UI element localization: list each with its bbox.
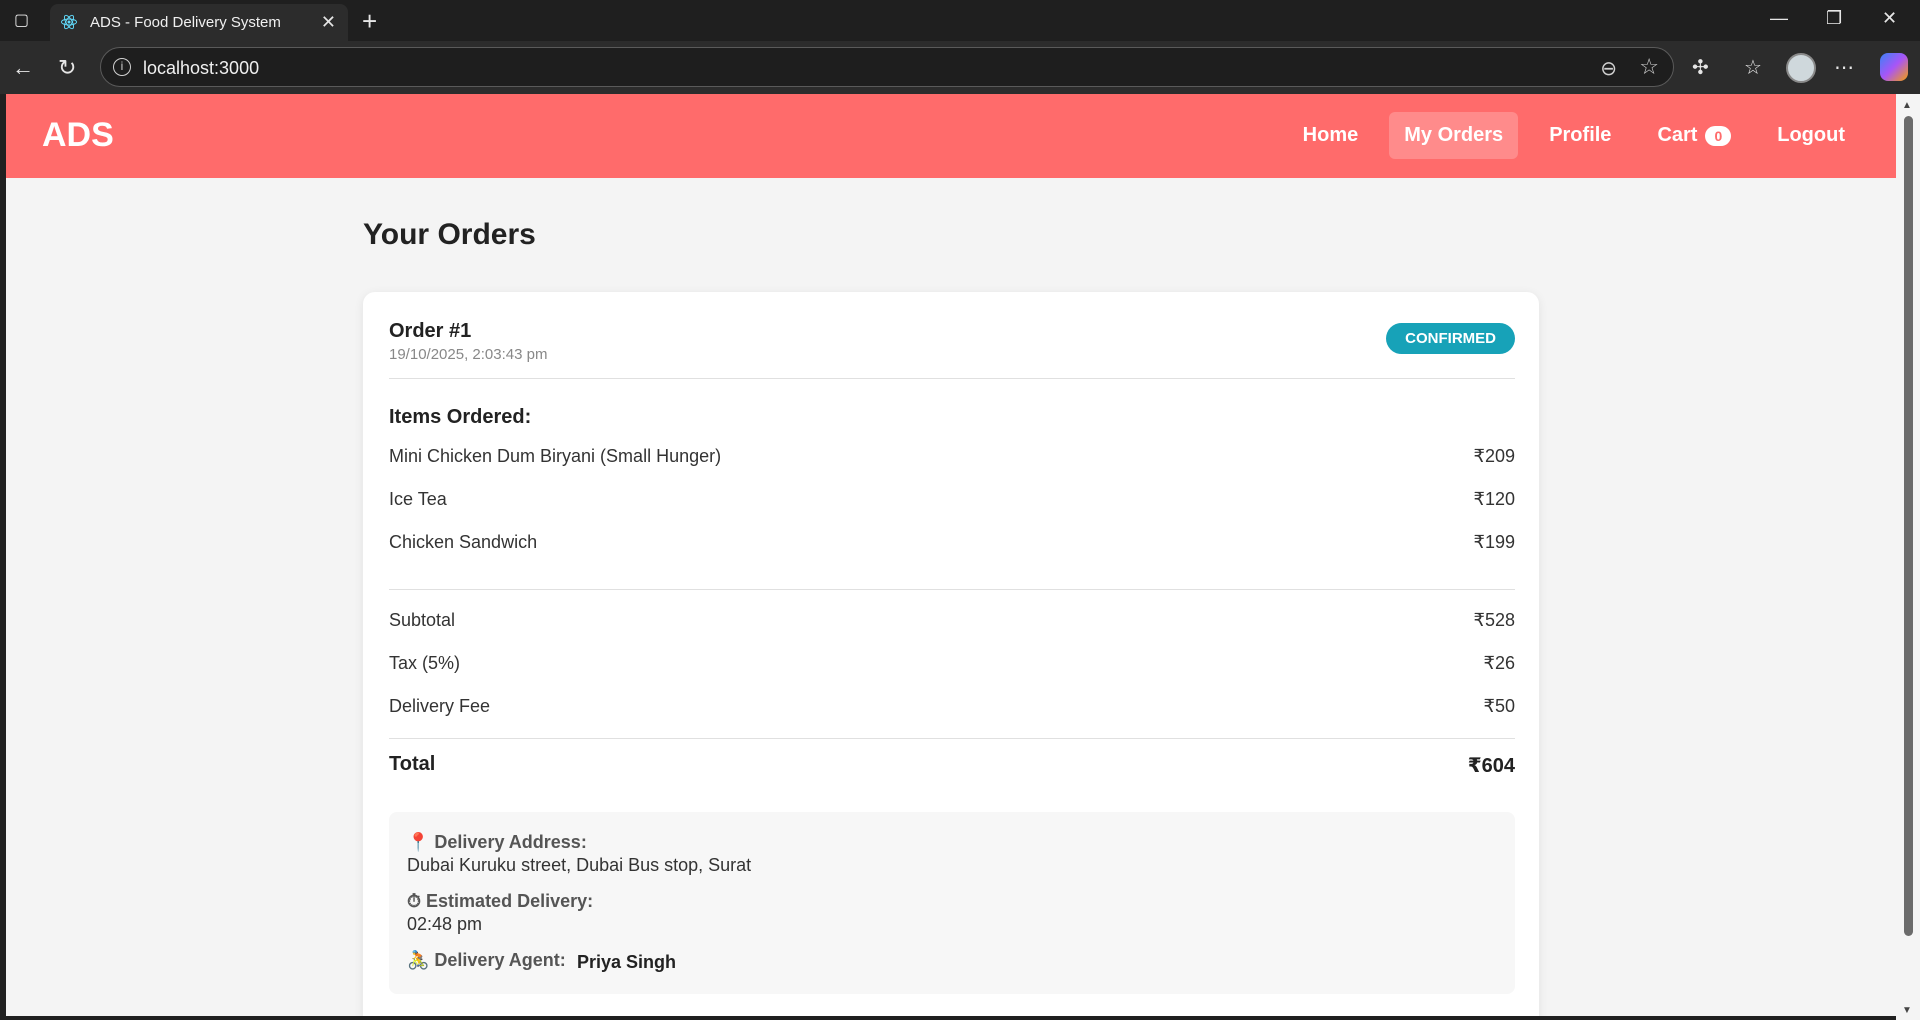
delivery-agent-label: 🚴 Delivery Agent: (407, 950, 566, 970)
scroll-down-icon[interactable]: ▼ (1902, 1005, 1912, 1016)
sidebar-icon[interactable]: ▢ (14, 10, 34, 30)
item-name: Mini Chicken Dum Biryani (Small Hunger) (389, 446, 722, 466)
close-icon[interactable]: ✕ (321, 12, 336, 33)
divider (389, 378, 1515, 379)
subtotal-label: Subtotal (389, 610, 456, 630)
nav-cart-label: Cart (1657, 124, 1698, 146)
delivery-fee-value: ₹50 (1483, 696, 1515, 716)
url-text[interactable]: localhost:3000 (143, 58, 259, 79)
back-icon[interactable]: ← (12, 55, 34, 81)
scrollbar[interactable]: ▲ ▼ (1896, 94, 1920, 1020)
list-item: Chicken Sandwich ₹199 (389, 532, 1515, 553)
delivery-fee-label: Delivery Fee (389, 696, 491, 716)
divider (389, 738, 1515, 739)
item-price: ₹120 (1473, 489, 1515, 509)
delivery-fee-row: Delivery Fee ₹50 (389, 696, 1515, 717)
estimated-delivery-label: ⏱ Estimated Delivery: (407, 891, 594, 911)
app-header: ADS Home My Orders Profile Cart 0 Logout (6, 94, 1896, 178)
item-price: ₹199 (1473, 532, 1515, 552)
address-bar[interactable]: i localhost:3000 ⊖ ☆ (100, 47, 1674, 87)
browser-toolbar: ← ↻ i localhost:3000 ⊖ ☆ ✣ ☆ ⋯ (0, 41, 1920, 94)
cart-count-badge: 0 (1705, 125, 1732, 146)
items-heading: Items Ordered: (389, 406, 532, 428)
delivery-agent-name: Priya Singh (577, 952, 677, 972)
tab-title: ADS - Food Delivery System (90, 14, 281, 31)
order-card: Order #1 19/10/2025, 2:03:43 pm CONFIRME… (363, 292, 1539, 1016)
estimated-delivery-time: 02:48 pm (407, 914, 483, 934)
plus-icon[interactable]: + (362, 6, 377, 37)
nav-logout[interactable]: Logout (1762, 112, 1860, 159)
nav-cart[interactable]: Cart 0 (1642, 112, 1746, 159)
favorites-icon[interactable]: ☆ (1744, 55, 1762, 80)
browser-tab[interactable]: ADS - Food Delivery System ✕ (50, 4, 348, 41)
window-close-icon[interactable]: ✕ (1882, 8, 1897, 29)
refresh-icon[interactable]: ↻ (58, 55, 76, 81)
order-title: Order #1 (389, 320, 472, 342)
more-icon[interactable]: ⋯ (1834, 55, 1854, 80)
browser-tabbar: ▢ ADS - Food Delivery System ✕ + — ❐ ✕ (0, 0, 1920, 41)
star-icon[interactable]: ☆ (1639, 54, 1659, 80)
list-item: Ice Tea ₹120 (389, 489, 1515, 510)
total-value: ₹604 (1467, 755, 1515, 777)
item-name: Chicken Sandwich (389, 532, 538, 552)
order-date: 19/10/2025, 2:03:43 pm (389, 346, 548, 363)
brand-logo[interactable]: ADS (42, 116, 114, 155)
item-price: ₹209 (1473, 446, 1515, 466)
nav-home[interactable]: Home (1288, 112, 1374, 159)
page-title: Your Orders (363, 218, 536, 251)
list-item: Mini Chicken Dum Biryani (Small Hunger) … (389, 446, 1515, 467)
page-viewport: ADS Home My Orders Profile Cart 0 Logout… (6, 94, 1896, 1016)
tax-value: ₹26 (1483, 653, 1515, 673)
info-icon[interactable]: i (113, 58, 131, 76)
scroll-thumb[interactable] (1904, 116, 1913, 936)
reader-icon[interactable]: ⊖ (1600, 56, 1617, 81)
subtotal-value: ₹528 (1473, 610, 1515, 630)
extensions-icon[interactable]: ✣ (1692, 55, 1709, 80)
tax-row: Tax (5%) ₹26 (389, 653, 1515, 674)
delivery-address: Dubai Kuruku street, Dubai Bus stop, Sur… (407, 855, 752, 875)
total-row: Total ₹604 (389, 753, 1515, 778)
restore-icon[interactable]: ❐ (1826, 8, 1842, 29)
subtotal-row: Subtotal ₹528 (389, 610, 1515, 631)
total-label: Total (389, 753, 436, 775)
nav-profile[interactable]: Profile (1534, 112, 1626, 159)
avatar[interactable] (1786, 53, 1816, 83)
minimize-icon[interactable]: — (1770, 8, 1788, 29)
tax-label: Tax (5%) (389, 653, 461, 673)
copilot-icon[interactable] (1880, 53, 1908, 81)
delivery-info-box: 📍 Delivery Address: Dubai Kuruku street,… (389, 812, 1515, 994)
nav-my-orders[interactable]: My Orders (1389, 112, 1519, 159)
scroll-up-icon[interactable]: ▲ (1902, 100, 1912, 111)
main-nav: Home My Orders Profile Cart 0 Logout (1288, 112, 1860, 159)
divider (389, 589, 1515, 590)
delivery-address-label: 📍 Delivery Address: (407, 832, 587, 852)
item-name: Ice Tea (389, 489, 447, 509)
react-icon (61, 14, 77, 30)
status-badge: CONFIRMED (1386, 323, 1515, 354)
